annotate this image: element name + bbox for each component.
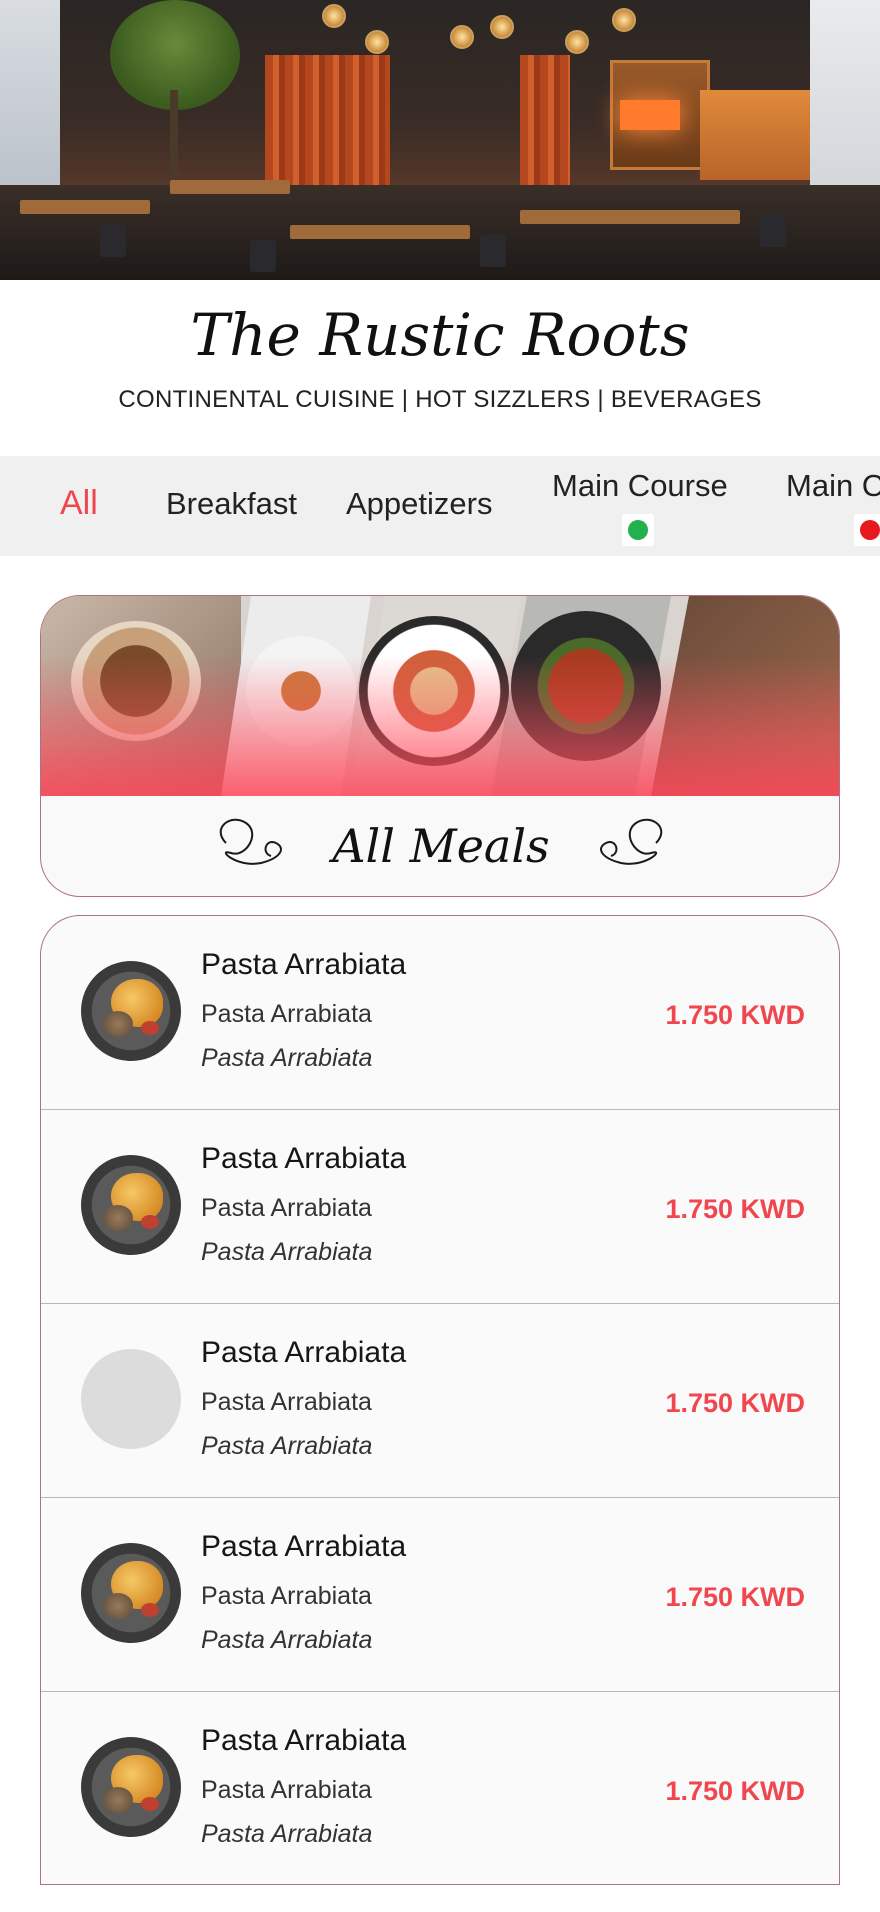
non-veg-indicator-icon bbox=[854, 514, 880, 546]
hero-table bbox=[170, 180, 290, 194]
menu-item-row[interactable]: Pasta Arrabiata Pasta Arrabiata Pasta Ar… bbox=[41, 1110, 839, 1304]
menu-item-row[interactable]: Pasta Arrabiata Pasta Arrabiata Pasta Ar… bbox=[41, 1498, 839, 1692]
hero-pendant-lamp bbox=[612, 8, 636, 32]
menu-item-description: Pasta Arrabiata bbox=[201, 1820, 373, 1848]
menu-item-name: Pasta Arrabiata bbox=[201, 1336, 407, 1369]
banner-title-area: All Meals bbox=[41, 796, 839, 896]
tab-label: Appetizers bbox=[346, 486, 493, 521]
menu-item-subtitle: Pasta Arrabiata bbox=[201, 1388, 372, 1416]
hero-table bbox=[20, 200, 150, 214]
menu-item-row[interactable]: Pasta Arrabiata Pasta Arrabiata Pasta Ar… bbox=[41, 1692, 839, 1884]
banner-title: All Meals bbox=[332, 819, 550, 873]
menu-item-price: 1.750 KWD bbox=[665, 1582, 805, 1612]
hero-pendant-lamp bbox=[365, 30, 389, 54]
menu-item-name: Pasta Arrabiata bbox=[201, 1142, 407, 1175]
menu-item-description: Pasta Arrabiata bbox=[201, 1238, 373, 1266]
hero-window bbox=[0, 0, 60, 200]
hero-curtain bbox=[520, 55, 570, 185]
hero-chair bbox=[250, 240, 276, 272]
tab-label: All bbox=[60, 484, 98, 522]
restaurant-tagline: CONTINENTAL CUISINE | HOT SIZZLERS | BEV… bbox=[118, 386, 762, 413]
banner-gradient-overlay bbox=[41, 656, 839, 796]
right-flourish-icon bbox=[600, 818, 663, 865]
menu-item-price: 1.750 KWD bbox=[665, 1388, 805, 1418]
green-dot-icon bbox=[628, 520, 648, 540]
hero-pendant-lamp bbox=[450, 25, 474, 49]
menu-item-row[interactable]: Pasta Arrabiata Pasta Arrabiata Pasta Ar… bbox=[41, 916, 839, 1110]
menu-item-price: 1.750 KWD bbox=[665, 1776, 805, 1806]
hero-chair bbox=[760, 215, 786, 247]
hero-glow bbox=[620, 100, 680, 130]
hero-chair bbox=[480, 235, 506, 267]
menu-item-name: Pasta Arrabiata bbox=[201, 1724, 407, 1757]
hero-restaurant-image bbox=[0, 0, 880, 280]
menu-item-name: Pasta Arrabiata bbox=[201, 1530, 407, 1563]
tab-label: Main Course bbox=[552, 468, 728, 503]
menu-item-price: 1.750 KWD bbox=[665, 1000, 805, 1030]
veg-indicator-icon bbox=[622, 514, 654, 546]
menu-item-subtitle: Pasta Arrabiata bbox=[201, 1776, 372, 1804]
hero-chair bbox=[100, 225, 126, 257]
menu-item-subtitle: Pasta Arrabiata bbox=[201, 1000, 372, 1028]
menu-item-image bbox=[81, 1543, 181, 1643]
menu-item-subtitle: Pasta Arrabiata bbox=[201, 1582, 372, 1610]
red-dot-icon bbox=[860, 520, 880, 540]
hero-table bbox=[290, 225, 470, 239]
category-tab-bar[interactable]: All Breakfast Appetizers Main Course Mai… bbox=[0, 456, 880, 556]
menu-item-description: Pasta Arrabiata bbox=[201, 1044, 373, 1072]
all-meals-banner: All Meals bbox=[40, 595, 840, 897]
menu-item-image bbox=[81, 961, 181, 1061]
hero-table bbox=[520, 210, 740, 224]
restaurant-name: The Rustic Roots bbox=[190, 301, 690, 369]
hero-pendant-lamp bbox=[565, 30, 589, 54]
menu-item-image bbox=[81, 1737, 181, 1837]
hero-pendant-lamp bbox=[490, 15, 514, 39]
tab-label: Main C bbox=[786, 468, 880, 503]
menu-item-price: 1.750 KWD bbox=[665, 1194, 805, 1224]
hero-pendant-lamp bbox=[322, 4, 346, 28]
brand-header: The Rustic Roots CONTINENTAL CUISINE | H… bbox=[0, 300, 880, 414]
menu-item-list: Pasta Arrabiata Pasta Arrabiata Pasta Ar… bbox=[40, 915, 840, 1885]
hero-shelf bbox=[700, 90, 810, 180]
food-collage-image bbox=[41, 596, 839, 796]
menu-item-description: Pasta Arrabiata bbox=[201, 1432, 373, 1460]
menu-item-image-placeholder bbox=[81, 1349, 181, 1449]
menu-item-subtitle: Pasta Arrabiata bbox=[201, 1194, 372, 1222]
menu-item-row[interactable]: Pasta Arrabiata Pasta Arrabiata Pasta Ar… bbox=[41, 1304, 839, 1498]
tab-label: Breakfast bbox=[166, 486, 297, 521]
menu-item-name: Pasta Arrabiata bbox=[201, 948, 407, 981]
hero-curtain bbox=[265, 55, 390, 185]
menu-item-description: Pasta Arrabiata bbox=[201, 1626, 373, 1654]
menu-item-image bbox=[81, 1155, 181, 1255]
